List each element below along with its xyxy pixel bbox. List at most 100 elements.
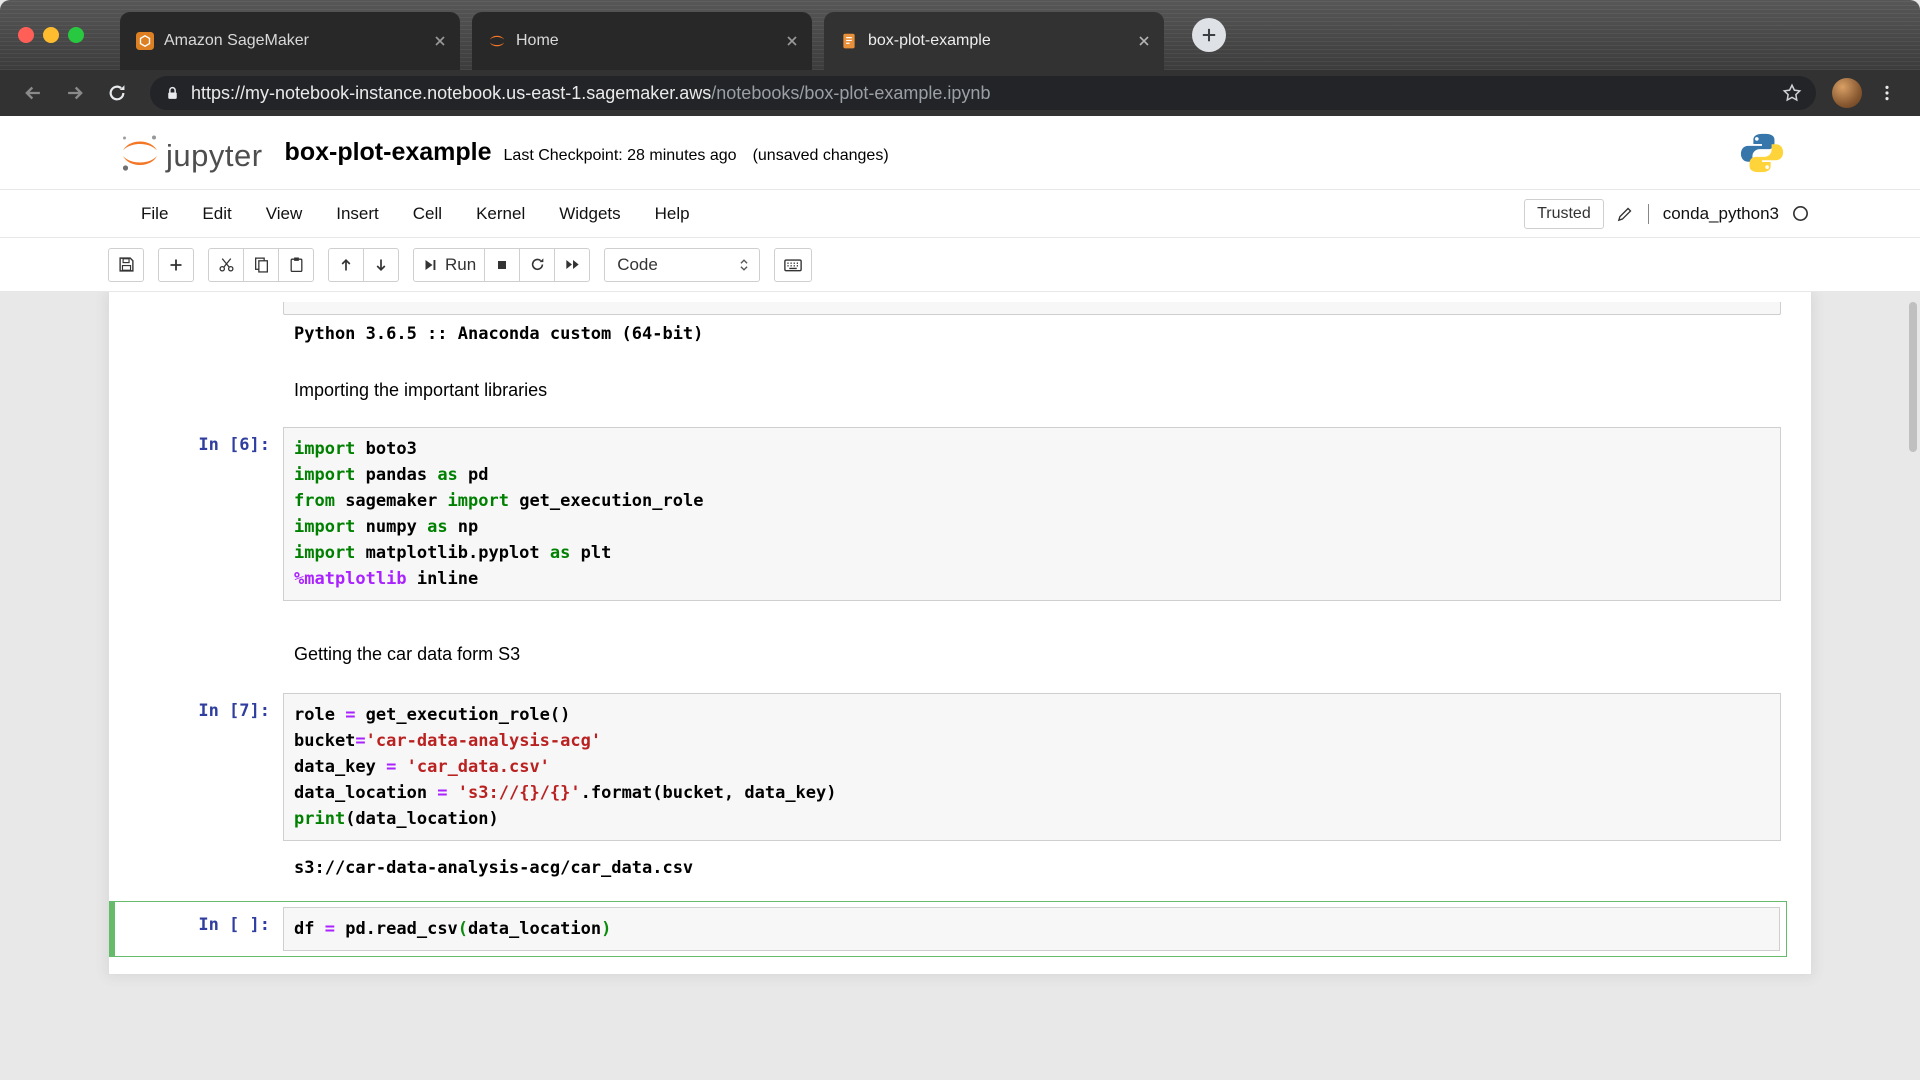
url-host: https://my-notebook-instance.notebook.us… xyxy=(191,82,712,103)
notebook-toolbar: Run Code xyxy=(0,238,1920,292)
move-cell-down-button[interactable] xyxy=(363,247,399,282)
url-path: /notebooks/box-plot-example.ipynb xyxy=(711,82,991,103)
new-tab-button[interactable] xyxy=(1192,18,1226,52)
scissors-icon xyxy=(218,258,234,272)
code-line: %matplotlib inline xyxy=(294,569,479,589)
code-cell[interactable]: In [6]: import boto3 import pandas as pd fr… xyxy=(109,427,1811,601)
code-line: df = pd.read_csv(data_location) xyxy=(294,919,612,939)
output-area[interactable]: s3://car-data-analysis-acg/car_data.csv xyxy=(109,855,1811,881)
menu-file[interactable]: File xyxy=(124,198,185,230)
edit-pencil-icon[interactable] xyxy=(1616,205,1634,223)
restart-kernel-button[interactable] xyxy=(519,247,556,282)
notebook-cells: Python 3.6.5 :: Anaconda custom (64-bit)… xyxy=(109,321,1811,957)
markdown-cell[interactable]: Getting the car data form S3 xyxy=(109,641,1811,667)
python-logo-icon xyxy=(1740,133,1784,172)
back-arrow-icon xyxy=(25,86,40,100)
stop-square-icon xyxy=(498,260,507,269)
code-input-area[interactable]: df = pd.read_csv(data_location) xyxy=(283,907,1780,951)
save-floppy-icon xyxy=(118,257,134,272)
forward-arrow-icon xyxy=(68,86,83,100)
menu-cell[interactable]: Cell xyxy=(396,198,459,230)
menu-insert[interactable]: Insert xyxy=(319,198,396,230)
step-forward-icon xyxy=(425,259,436,270)
browser-tab-strip: Amazon SageMaker Home box-plot-example xyxy=(0,0,1920,70)
code-line: import numpy as np xyxy=(294,517,479,537)
menu-edit[interactable]: Edit xyxy=(185,198,248,230)
code-line: print(data_location) xyxy=(294,809,499,829)
copy-cell-button[interactable] xyxy=(243,247,279,282)
menu-kernel[interactable]: Kernel xyxy=(459,198,542,230)
browser-toolbar: https://my-notebook-instance.notebook.us… xyxy=(0,70,1920,116)
menu-view[interactable]: View xyxy=(249,198,320,230)
save-button[interactable] xyxy=(108,247,144,282)
forward-button[interactable] xyxy=(58,76,92,110)
tab-amazon-sagemaker[interactable]: Amazon SageMaker xyxy=(120,12,460,70)
sagemaker-favicon-icon xyxy=(136,32,154,50)
previous-cell-bottom-edge[interactable] xyxy=(283,302,1781,315)
cell-prompt: In [6]: xyxy=(198,435,270,455)
code-input-area[interactable]: role = get_execution_role() bucket='car-d… xyxy=(283,693,1781,841)
tab-box-plot-example[interactable]: box-plot-example xyxy=(824,12,1164,70)
code-cell[interactable]: In [ ]: df = pd.read_csv(data_location) xyxy=(109,901,1787,957)
divider xyxy=(1647,203,1649,224)
tab-close-icon[interactable] xyxy=(432,33,448,49)
zoom-window-button[interactable] xyxy=(68,27,84,43)
restart-run-all-button[interactable] xyxy=(554,247,591,282)
back-button[interactable] xyxy=(16,76,50,110)
copy-icon xyxy=(254,257,268,273)
paste-cell-button[interactable] xyxy=(278,247,314,282)
code-input-area[interactable]: import boto3 import pandas as pd from sage… xyxy=(283,427,1781,601)
code-line: data_location = 's3://{}/{}'.format(buck… xyxy=(294,783,837,803)
close-window-button[interactable] xyxy=(18,27,34,43)
notebook-menubar: File Edit View Insert Cell Kernel Widget… xyxy=(0,190,1920,238)
output-text: Python 3.6.5 :: Anaconda custom (64-bit) xyxy=(294,324,704,344)
output-area[interactable]: Python 3.6.5 :: Anaconda custom (64-bit) xyxy=(109,321,1811,347)
run-cell-button[interactable]: Run xyxy=(413,247,486,282)
jupyter-logo[interactable]: jupyter xyxy=(118,131,263,175)
minimize-window-button[interactable] xyxy=(43,27,59,43)
tab-close-icon[interactable] xyxy=(1136,33,1152,49)
tab-home[interactable]: Home xyxy=(472,12,812,70)
code-line: import boto3 xyxy=(294,439,417,459)
notebook-container: Python 3.6.5 :: Anaconda custom (64-bit)… xyxy=(108,292,1812,975)
jupyter-header: jupyter box-plot-example Last Checkpoint… xyxy=(0,116,1920,190)
markdown-cell[interactable]: Importing the important libraries xyxy=(109,377,1811,403)
notebook-page: Python 3.6.5 :: Anaconda custom (64-bit)… xyxy=(0,292,1920,1077)
three-dots-icon xyxy=(1885,85,1889,101)
paste-clipboard-icon xyxy=(290,257,302,273)
reload-icon xyxy=(109,85,125,101)
interrupt-kernel-button[interactable] xyxy=(484,247,521,282)
kernel-idle-indicator-icon xyxy=(1793,206,1808,221)
unsaved-changes-status: (unsaved changes) xyxy=(752,146,889,164)
menu-help[interactable]: Help xyxy=(638,198,707,230)
select-arrows-icon xyxy=(740,258,748,271)
scrollbar-thumb[interactable] xyxy=(1909,302,1917,452)
cell-prompt xyxy=(109,855,283,863)
notebook-title[interactable]: box-plot-example xyxy=(285,138,492,167)
checkpoint-status: Last Checkpoint: 28 minutes ago xyxy=(503,146,737,164)
code-line: import matplotlib.pyplot as plt xyxy=(294,543,612,563)
tab-title: Amazon SageMaker xyxy=(164,32,309,49)
code-line: bucket='car-data-analysis-acg' xyxy=(294,731,602,751)
run-button-label: Run xyxy=(445,254,477,274)
cell-type-dropdown[interactable]: Code xyxy=(604,247,761,282)
cut-cell-button[interactable] xyxy=(208,247,244,282)
code-cell[interactable]: In [7]: role = get_execution_role() bucket… xyxy=(109,693,1811,841)
reload-button[interactable] xyxy=(100,76,134,110)
add-cell-button[interactable] xyxy=(158,247,194,282)
browser-profile-avatar[interactable] xyxy=(1832,78,1862,108)
kernel-name: conda_python3 xyxy=(1662,203,1779,223)
tab-close-icon[interactable] xyxy=(784,33,800,49)
output-text: s3://car-data-analysis-acg/car_data.csv xyxy=(294,858,694,878)
cell-prompt: In [ ]: xyxy=(198,915,270,935)
trusted-button[interactable]: Trusted xyxy=(1524,198,1604,229)
address-bar[interactable]: https://my-notebook-instance.notebook.us… xyxy=(150,76,1816,110)
bookmark-star-icon[interactable] xyxy=(1782,83,1802,103)
move-cell-up-button[interactable] xyxy=(328,247,364,282)
tab-title: box-plot-example xyxy=(868,32,991,49)
browser-menu-button[interactable] xyxy=(1870,76,1904,110)
jupyter-logo-icon xyxy=(122,135,157,171)
code-line: role = get_execution_role() xyxy=(294,705,571,725)
menu-widgets[interactable]: Widgets xyxy=(542,198,637,230)
command-palette-button[interactable] xyxy=(774,247,813,282)
